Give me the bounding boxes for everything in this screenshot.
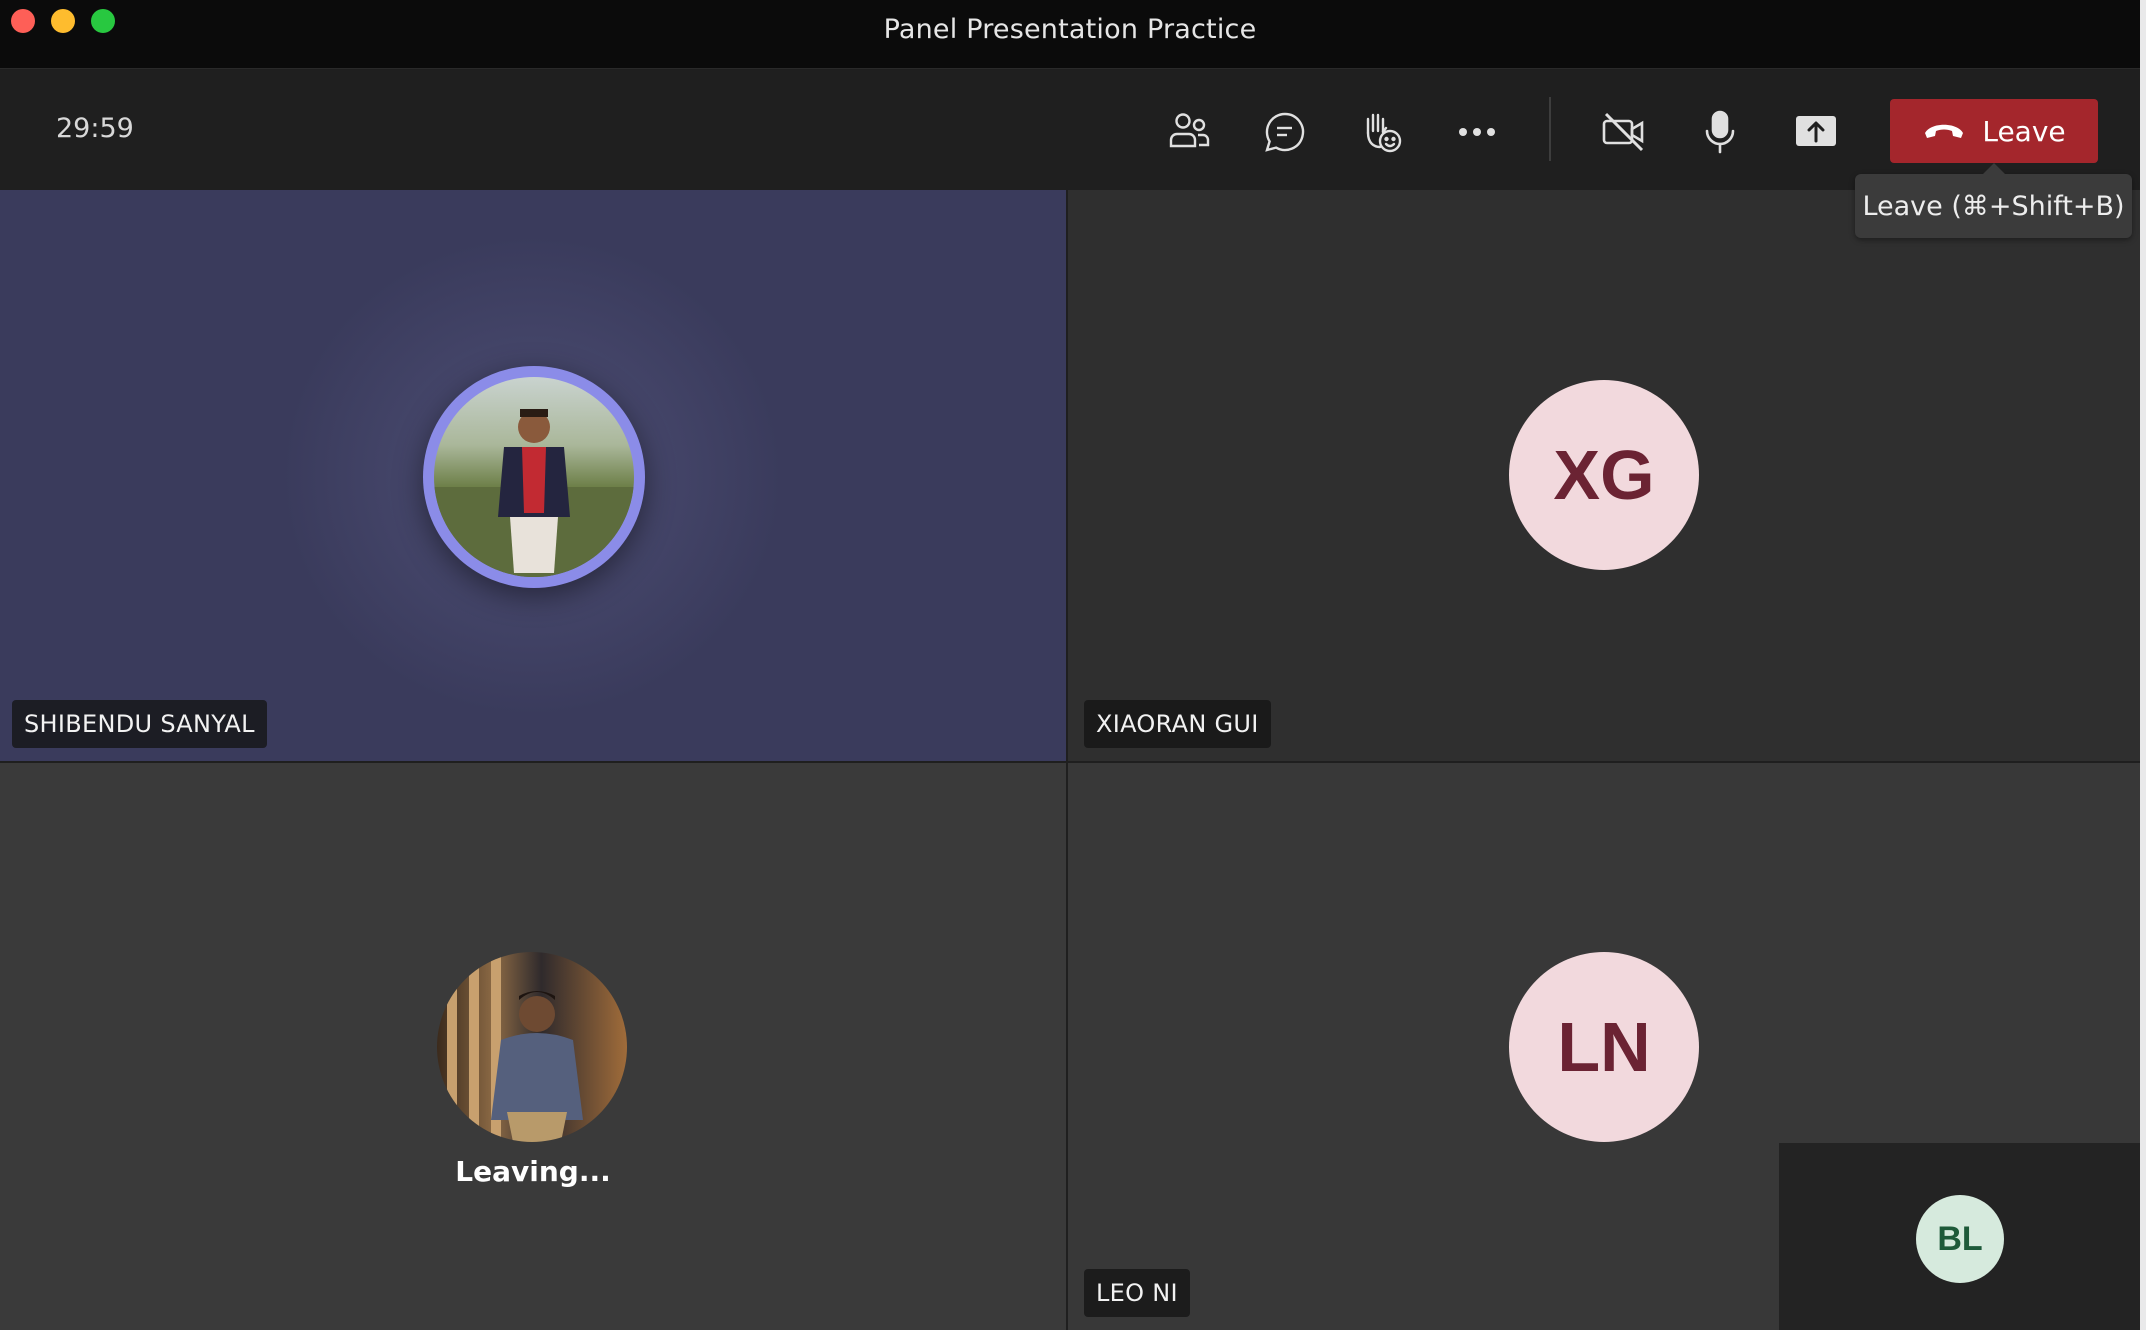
leave-label: Leave	[1982, 114, 2066, 148]
speaking-ring	[423, 366, 645, 588]
participant-tile[interactable]: XG XIAORAN GUI	[1068, 190, 2140, 761]
initials-avatar: XG	[1509, 380, 1699, 570]
title-bar: Panel Presentation Practice	[0, 0, 2140, 69]
background-window-edge	[2140, 0, 2146, 1330]
more-options-button[interactable]	[1442, 99, 1512, 165]
meeting-window: Panel Presentation Practice 29:59 Leave …	[0, 0, 2140, 1330]
people-button[interactable]	[1154, 99, 1224, 165]
leaving-status: Leaving...	[455, 1155, 611, 1188]
chat-icon	[1263, 110, 1307, 154]
participant-name: XIAORAN GUI	[1084, 700, 1271, 748]
meeting-toolbar: 29:59 Leave	[0, 69, 2140, 190]
avatar	[434, 377, 634, 577]
initials-avatar: LN	[1509, 952, 1699, 1142]
people-icon	[1167, 110, 1211, 154]
share-screen-button[interactable]	[1781, 99, 1851, 165]
camera-toggle-button[interactable]	[1589, 99, 1659, 165]
meeting-timer: 29:59	[56, 113, 134, 144]
toolbar-separator	[1549, 97, 1551, 161]
participant-name: SHIBENDU SANYAL	[12, 700, 267, 748]
hang-up-icon	[1922, 115, 1966, 148]
microphone-button[interactable]	[1685, 99, 1755, 165]
microphone-icon	[1700, 109, 1740, 155]
self-view-tile[interactable]: BL	[1779, 1143, 2140, 1330]
avatar	[437, 952, 627, 1142]
more-icon	[1457, 126, 1497, 138]
raise-hand-icon	[1358, 109, 1404, 155]
participant-tile[interactable]: Leaving...	[0, 763, 1066, 1330]
window-title: Panel Presentation Practice	[883, 14, 1257, 45]
leave-tooltip: Leave (⌘+Shift+B)	[1855, 163, 2132, 238]
chat-button[interactable]	[1250, 99, 1320, 165]
self-initials-avatar: BL	[1916, 1195, 2004, 1283]
leave-button[interactable]: Leave	[1890, 99, 2098, 163]
participant-name: LEO NI	[1084, 1269, 1190, 1317]
share-screen-icon	[1794, 112, 1838, 152]
participant-tile[interactable]: SHIBENDU SANYAL	[0, 190, 1066, 761]
react-button[interactable]	[1346, 99, 1416, 165]
camera-off-icon	[1600, 110, 1648, 154]
